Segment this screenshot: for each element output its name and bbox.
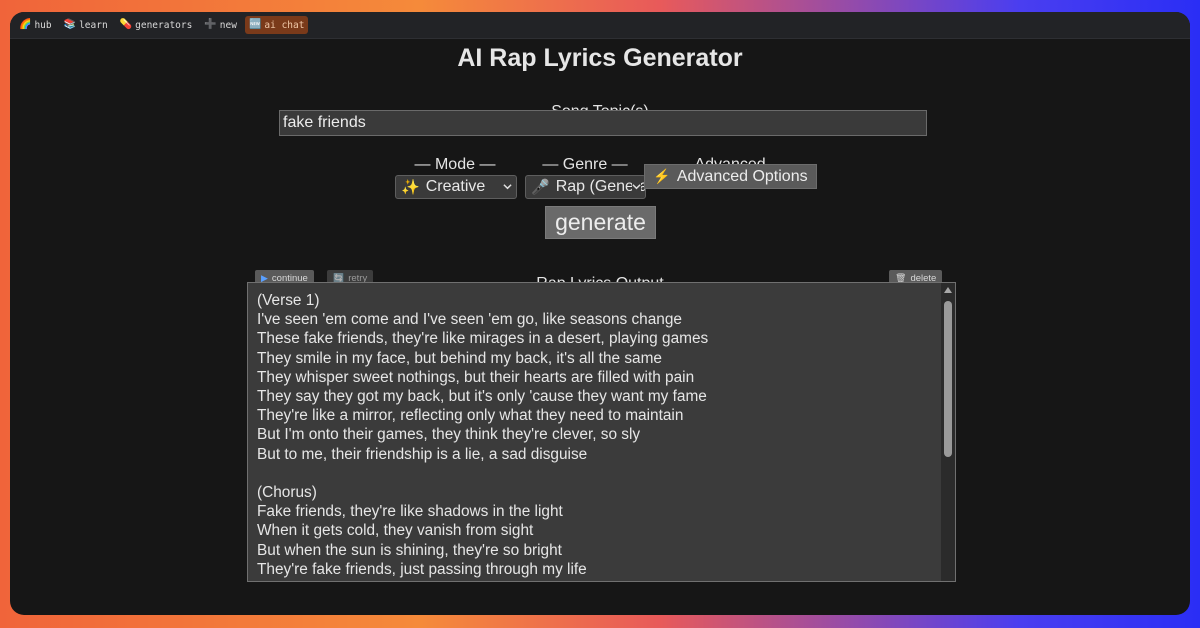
scroll-thumb[interactable] xyxy=(944,301,952,457)
top-nav-bar: 🌈 hub 📚 learn 💊 generators ➕ new 🆕 ai ch… xyxy=(10,12,1190,39)
advanced-options-label: Advanced Options xyxy=(676,167,808,185)
lyrics-output-text: (Verse 1) I've seen 'em come and I've se… xyxy=(257,292,709,578)
nav-item-learn[interactable]: 📚 learn xyxy=(60,16,112,34)
nav-item-label: generators xyxy=(135,19,193,31)
nav-item-generators[interactable]: 💊 generators xyxy=(116,16,197,34)
mode-label: — Mode — xyxy=(414,156,496,173)
rainbow-icon: 🌈 xyxy=(19,19,32,30)
scroll-up-arrow-icon[interactable] xyxy=(944,287,952,293)
microphone-icon: 🎤 xyxy=(531,179,550,196)
plus-icon: ➕ xyxy=(204,19,217,30)
nav-item-ai-chat[interactable]: 🆕 ai chat xyxy=(244,16,309,34)
lyrics-output-textarea[interactable]: (Verse 1) I've seen 'em come and I've se… xyxy=(247,282,956,582)
nav-item-label: hub xyxy=(34,19,52,31)
nav-item-hub[interactable]: 🌈 hub xyxy=(15,16,56,34)
chevron-down-icon xyxy=(632,182,641,191)
chevron-down-icon xyxy=(503,184,512,190)
genre-select[interactable]: 🎤 Rap (General) xyxy=(525,175,646,199)
nav-item-new[interactable]: ➕ new xyxy=(200,16,241,34)
mode-select[interactable]: ✨ Creative xyxy=(395,175,517,199)
lightning-icon: ⚡ xyxy=(653,168,671,184)
nav-item-label: ai chat xyxy=(264,19,305,31)
sparkles-icon: ✨ xyxy=(401,179,420,196)
advanced-options-button[interactable]: ⚡ Advanced Options xyxy=(644,164,817,189)
nav-item-label: learn xyxy=(79,19,108,31)
new-badge-icon: 🆕 xyxy=(248,19,262,30)
generate-button[interactable]: generate xyxy=(545,206,656,239)
topic-input[interactable] xyxy=(279,110,927,136)
page-title: AI Rap Lyrics Generator xyxy=(457,44,743,72)
output-scrollbar[interactable] xyxy=(941,283,955,581)
pill-icon: 💊 xyxy=(119,19,133,30)
books-icon: 📚 xyxy=(63,19,77,30)
nav-item-label: new xyxy=(219,19,237,31)
mode-select-value: Creative xyxy=(425,178,486,195)
genre-label: — Genre — xyxy=(542,156,628,173)
